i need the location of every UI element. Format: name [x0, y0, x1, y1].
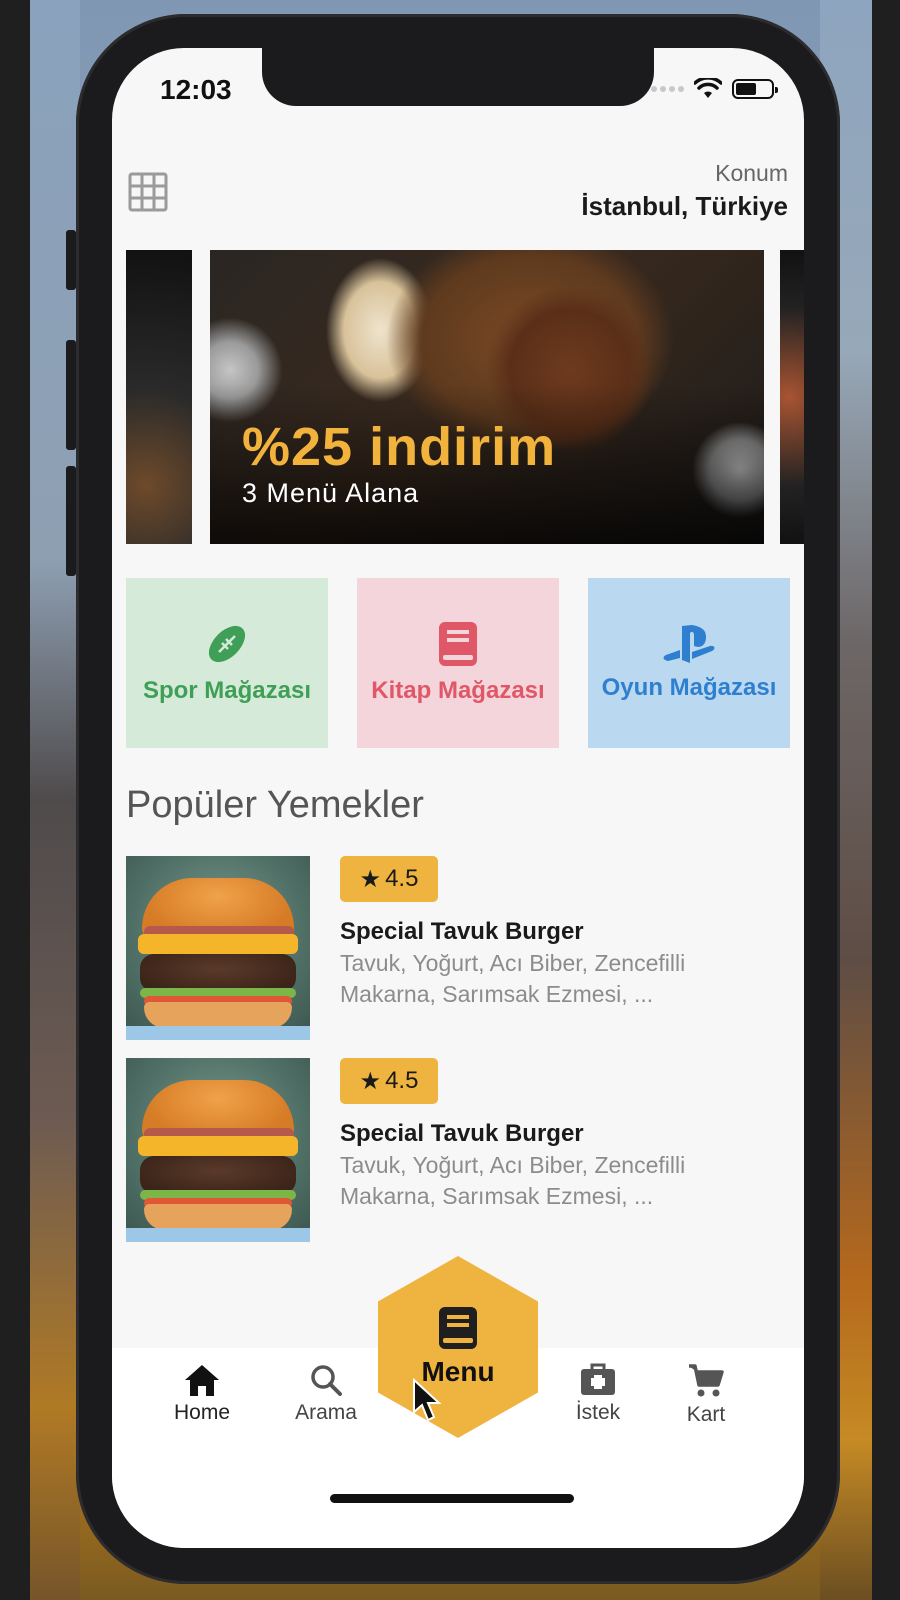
- tab-label: Home: [173, 1401, 231, 1424]
- category-label: Kitap Mağazası: [371, 677, 545, 704]
- category-kitap[interactable]: Kitap Mağazası: [357, 578, 559, 748]
- phone-volume-up: [66, 340, 76, 450]
- tab-home[interactable]: Home: [152, 1363, 252, 1425]
- window-edge-right: [872, 0, 900, 1600]
- wifi-icon: [694, 78, 722, 98]
- rating-badge: ★ 4.5: [340, 1058, 438, 1104]
- home-indicator[interactable]: [330, 1494, 574, 1503]
- food-name: Special Tavuk Burger: [340, 1120, 584, 1147]
- banner-title: %25 indirim: [242, 417, 557, 477]
- mouse-cursor-icon: [413, 1378, 442, 1422]
- tab-search[interactable]: Arama: [276, 1363, 376, 1425]
- gift-bag-icon: [581, 1363, 615, 1395]
- tab-label: İstek: [575, 1401, 621, 1424]
- book-icon: [439, 1307, 477, 1349]
- category-oyun[interactable]: Oyun Mağazası: [588, 578, 790, 748]
- section-title: Popüler Yemekler: [126, 784, 424, 826]
- playstation-icon: [663, 625, 715, 663]
- carousel-prev-card[interactable]: [126, 250, 192, 544]
- tab-wish[interactable]: İstek: [548, 1363, 648, 1425]
- tab-label: Arama: [295, 1401, 357, 1424]
- category-row: Spor Mağazası Kitap Mağazası Oyun Mağaza…: [126, 578, 790, 748]
- app-screen: 12:03 Konum İstanbul, Türkiye %25 indiri…: [112, 48, 804, 1548]
- location[interactable]: Konum İstanbul, Türkiye: [581, 160, 788, 222]
- status-icons: [651, 78, 778, 100]
- food-description: Tavuk, Yoğurt, Acı Biber, Zencefilli Mak…: [340, 1152, 686, 1209]
- window-edge-left: [0, 0, 30, 1600]
- location-value: İstanbul, Türkiye: [581, 191, 788, 221]
- home-icon: [185, 1365, 219, 1396]
- rating-value: 4.5: [385, 865, 419, 892]
- book-icon: [439, 622, 477, 666]
- banner-subtitle: 3 Menü Alana: [242, 478, 420, 508]
- search-icon: [311, 1365, 342, 1396]
- location-label: Konum: [715, 160, 788, 186]
- food-item[interactable]: ★ 4.5 Special Tavuk Burger Tavuk, Yoğurt…: [126, 1058, 790, 1244]
- star-icon: ★: [359, 865, 382, 893]
- food-image: [126, 1058, 310, 1242]
- rating-badge: ★ 4.5: [340, 856, 438, 902]
- category-label: Oyun Mağazası: [601, 674, 777, 701]
- promo-banner[interactable]: %25 indirim 3 Menü Alana: [210, 250, 764, 544]
- star-icon: ★: [359, 1067, 382, 1095]
- carousel-next-card[interactable]: [780, 250, 804, 544]
- category-label: Spor Mağazası: [142, 677, 312, 704]
- food-item[interactable]: ★ 4.5 Special Tavuk Burger Tavuk, Yoğurt…: [126, 856, 790, 1042]
- phone-power-button: [824, 340, 834, 520]
- food-image: [126, 856, 310, 1040]
- tab-cart[interactable]: Kart: [656, 1363, 756, 1427]
- battery-icon: [732, 79, 778, 99]
- signal-icon: [651, 86, 684, 92]
- phone-volume-down: [66, 466, 76, 576]
- tab-label: Kart: [686, 1403, 726, 1426]
- category-spor[interactable]: Spor Mağazası: [126, 578, 328, 748]
- grid-menu-icon[interactable]: [128, 172, 168, 212]
- cart-icon: [689, 1364, 724, 1397]
- promo-carousel[interactable]: %25 indirim 3 Menü Alana: [112, 250, 804, 544]
- rating-value: 4.5: [385, 1067, 419, 1094]
- football-icon: [208, 625, 246, 663]
- food-description: Tavuk, Yoğurt, Acı Biber, Zencefilli Mak…: [340, 950, 686, 1007]
- food-name: Special Tavuk Burger: [340, 918, 584, 945]
- phone-side-button: [66, 230, 76, 290]
- notch: [262, 48, 654, 106]
- status-time: 12:03: [160, 74, 232, 105]
